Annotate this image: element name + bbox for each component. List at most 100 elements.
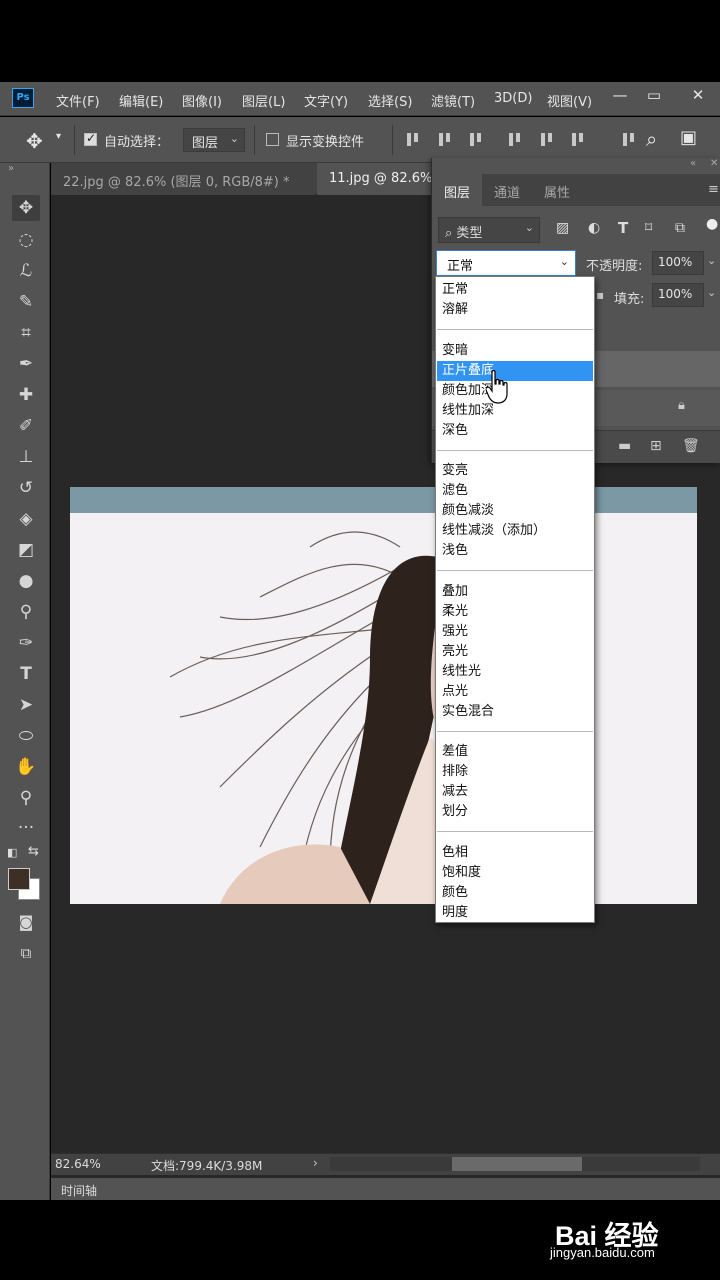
new-layer-icon[interactable]: ⊞ (650, 438, 662, 454)
align-right-icon[interactable] (569, 131, 587, 149)
menu-file[interactable]: 文件(F) (56, 91, 100, 110)
blend-option-difference[interactable]: 差值 (437, 742, 593, 762)
blend-option-linear-light[interactable]: 线性光 (437, 662, 593, 682)
brush-tool-icon[interactable]: ✐ (12, 413, 40, 439)
blend-option-hard-mix[interactable]: 实色混合 (437, 702, 593, 722)
adjustment-filter-icon[interactable]: ◐ (588, 220, 600, 236)
status-menu-icon[interactable]: › (313, 1156, 318, 1170)
blend-option-linear-burn[interactable]: 线性加深 (437, 401, 593, 421)
blend-option-multiply[interactable]: 正片叠底 (437, 361, 593, 381)
blur-tool-icon[interactable]: ● (12, 568, 40, 594)
opacity-input[interactable]: 100% (652, 251, 704, 275)
dodge-tool-icon[interactable]: ⚲ (12, 599, 40, 625)
smart-object-filter-icon[interactable]: ⧉ (675, 220, 685, 236)
pixel-filter-icon[interactable]: ▨ (556, 220, 569, 236)
ellipse-tool-icon[interactable]: ⬭ (12, 723, 40, 749)
move-tool-icon[interactable]: ✥ (12, 195, 40, 221)
tab-22-jpg[interactable]: 22.jpg @ 82.6% (图层 0, RGB/8#) * (51, 163, 315, 195)
search-icon[interactable]: ⌕ (646, 127, 657, 151)
blend-option-divide[interactable]: 划分 (437, 802, 593, 822)
tab-11-jpg[interactable]: 11.jpg @ 82.6% (317, 163, 437, 195)
align-left-icon[interactable] (506, 131, 524, 149)
stamp-tool-icon[interactable]: ⊥ (12, 444, 40, 470)
filter-toggle-icon[interactable]: ● (706, 216, 718, 232)
quick-mask-icon[interactable]: ◙ (12, 909, 40, 935)
menu-3d[interactable]: 3D(D) (494, 91, 532, 106)
chevron-down-icon[interactable]: ⌄ (707, 254, 716, 267)
menu-filter[interactable]: 滤镜(T) (431, 91, 475, 110)
layer-filter-select[interactable]: ⌕ 类型 ⌄ (438, 217, 540, 243)
blend-option-saturation[interactable]: 饱和度 (437, 863, 593, 883)
blend-option-normal[interactable]: 正常 (437, 280, 593, 300)
zoom-tool-icon[interactable]: ⚲ (12, 785, 40, 811)
default-colors-icon[interactable]: ◧ (7, 846, 17, 859)
menu-view[interactable]: 视图(V) (547, 91, 592, 110)
blend-option-darker-color[interactable]: 深色 (437, 421, 593, 441)
shape-filter-icon[interactable]: ⌑ (645, 220, 652, 236)
show-transform-checkbox[interactable] (266, 133, 279, 146)
align-hcenter-icon[interactable] (538, 131, 556, 149)
menu-type[interactable]: 文字(Y) (304, 91, 348, 110)
close-panel-icon[interactable]: ✕ (710, 158, 718, 169)
blend-option-pin-light[interactable]: 点光 (437, 682, 593, 702)
type-tool-icon[interactable]: T (12, 661, 40, 687)
foreground-color-swatch[interactable] (8, 868, 30, 890)
menu-select[interactable]: 选择(S) (368, 91, 412, 110)
blend-option-hue[interactable]: 色相 (437, 843, 593, 863)
quick-select-tool-icon[interactable]: ✎ (12, 289, 40, 315)
tab-layers[interactable]: 图层 (432, 174, 483, 206)
fill-input[interactable]: 100% (652, 283, 704, 307)
lock-options-icon[interactable]: ▪ (596, 288, 604, 302)
marquee-tool-icon[interactable]: ◌ (12, 227, 40, 253)
blend-option-luminosity[interactable]: 明度 (437, 903, 593, 923)
blend-option-soft-light[interactable]: 柔光 (437, 602, 593, 622)
collapse-icon[interactable]: « (690, 158, 696, 169)
panel-menu-icon[interactable]: ≡ (708, 182, 719, 197)
align-bottom-icon[interactable] (467, 131, 485, 149)
blend-option-hard-light[interactable]: 强光 (437, 622, 593, 642)
distribute-icon[interactable] (620, 131, 638, 149)
blend-option-lighten[interactable]: 变亮 (437, 461, 593, 481)
menu-edit[interactable]: 编辑(E) (119, 91, 163, 110)
chevron-down-icon[interactable]: ▾ (56, 131, 61, 142)
eraser-tool-icon[interactable]: ◈ (12, 506, 40, 532)
align-vcenter-icon[interactable] (436, 131, 454, 149)
delete-layer-icon[interactable]: 🗑︎ (682, 438, 700, 454)
crop-tool-icon[interactable]: ⌗ (12, 320, 40, 346)
auto-select-dropdown[interactable]: 图层 ⌄ (183, 128, 245, 152)
blend-option-dissolve[interactable]: 溶解 (437, 300, 593, 320)
swap-colors-icon[interactable]: ⇆ (28, 844, 39, 859)
blend-option-linear-dodge[interactable]: 线性减淡（添加） (437, 521, 593, 541)
blend-option-color-dodge[interactable]: 颜色减淡 (437, 501, 593, 521)
history-brush-tool-icon[interactable]: ↺ (12, 475, 40, 501)
chevron-down-icon[interactable]: ⌄ (707, 286, 716, 299)
blend-option-color[interactable]: 颜色 (437, 883, 593, 903)
align-top-icon[interactable] (404, 131, 422, 149)
workspace-icon[interactable]: ▣ (680, 127, 697, 148)
blend-option-color-burn[interactable]: 颜色加深 (437, 381, 593, 401)
scrollbar-thumb[interactable] (452, 1157, 582, 1171)
timeline-tab[interactable]: 时间轴 (61, 1182, 97, 1199)
hand-tool-icon[interactable]: ✋ (12, 754, 40, 780)
pen-tool-icon[interactable]: ✑ (12, 630, 40, 656)
blend-option-overlay[interactable]: 叠加 (437, 582, 593, 602)
path-select-tool-icon[interactable]: ➤ (12, 692, 40, 718)
menu-image[interactable]: 图像(I) (182, 91, 222, 110)
close-icon[interactable]: ✕ (686, 86, 710, 106)
type-filter-icon[interactable]: T (618, 219, 628, 237)
screen-mode-icon[interactable]: ⧉ (12, 940, 40, 966)
lasso-tool-icon[interactable]: ℒ (12, 258, 40, 284)
healing-brush-tool-icon[interactable]: ✚ (12, 382, 40, 408)
blend-option-lighter-color[interactable]: 浅色 (437, 541, 593, 561)
blend-mode-select[interactable]: 正常 ⌄ (436, 250, 576, 276)
collapse-icon[interactable]: » (8, 163, 14, 174)
tab-properties[interactable]: 属性 (532, 174, 582, 206)
blend-option-darken[interactable]: 变暗 (437, 341, 593, 361)
gradient-tool-icon[interactable]: ◩ (12, 537, 40, 563)
blend-option-subtract[interactable]: 减去 (437, 782, 593, 802)
move-tool-icon[interactable]: ✥ (26, 129, 43, 153)
minimize-icon[interactable]: — (608, 86, 632, 106)
zoom-level[interactable]: 82.64% (55, 1157, 101, 1171)
blend-option-exclusion[interactable]: 排除 (437, 762, 593, 782)
more-tools-icon[interactable]: ··· (12, 815, 40, 841)
